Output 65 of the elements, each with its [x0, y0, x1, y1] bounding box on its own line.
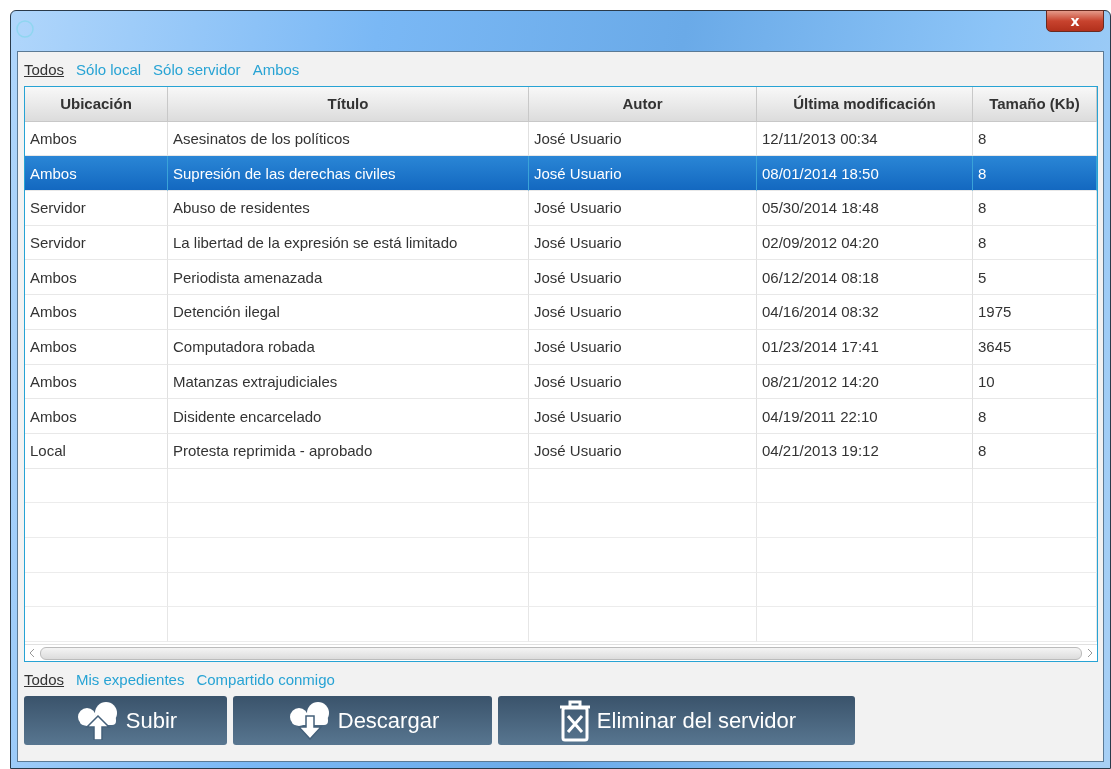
table-cell[interactable]: 01/23/2014 17:41: [757, 329, 973, 365]
table-cell[interactable]: 8: [973, 225, 1097, 261]
owner-filter-link[interactable]: Todos: [24, 670, 65, 688]
table-cell[interactable]: 10: [973, 364, 1097, 400]
table-cell[interactable]: 08/01/2014 18:50: [757, 156, 973, 192]
table-cell[interactable]: 06/12/2014 08:18: [757, 260, 973, 296]
table-cell[interactable]: José Usuario: [529, 399, 757, 434]
table-cell[interactable]: Detención ilegal: [168, 295, 529, 330]
table-cell[interactable]: Matanzas extrajudiciales: [168, 364, 529, 400]
table-cell[interactable]: José Usuario: [529, 433, 757, 469]
table-cell[interactable]: 3645: [973, 329, 1097, 365]
table-cell[interactable]: Disidente encarcelado: [168, 399, 529, 434]
table-cell[interactable]: Periodista amenazada: [168, 260, 529, 296]
table-cell[interactable]: José Usuario: [529, 364, 757, 400]
table-cell[interactable]: 05/30/2014 18:48: [757, 191, 973, 226]
table-cell[interactable]: Supresión de las derechas civiles: [168, 156, 529, 192]
table-cell[interactable]: Computadora robada: [168, 329, 529, 365]
table-cell[interactable]: 1975: [973, 295, 1097, 330]
table-cell[interactable]: Ambos: [25, 295, 168, 330]
table-cell[interactable]: Protesta reprimida - aprobado: [168, 433, 529, 469]
table-cell[interactable]: Abuso de residentes: [168, 191, 529, 226]
table-cell[interactable]: José Usuario: [529, 121, 757, 157]
table-cell[interactable]: Ambos: [25, 156, 168, 192]
table-cell[interactable]: Ambos: [25, 364, 168, 400]
table-cell[interactable]: José Usuario: [529, 156, 757, 192]
table-cell[interactable]: 5: [973, 260, 1097, 296]
table-cell[interactable]: Servidor: [25, 191, 168, 226]
table-cell[interactable]: José Usuario: [529, 295, 757, 330]
column-header[interactable]: Última modificación: [757, 87, 973, 122]
table-cell[interactable]: Ambos: [25, 399, 168, 434]
scroll-right-icon[interactable]: [1086, 648, 1094, 658]
delete-button[interactable]: Eliminar del servidor: [498, 696, 855, 745]
table-cell[interactable]: 04/19/2011 22:10: [757, 399, 973, 434]
table-cell[interactable]: José Usuario: [529, 225, 757, 261]
table-cell[interactable]: José Usuario: [529, 329, 757, 365]
table-cell[interactable]: 08/21/2012 14:20: [757, 364, 973, 400]
table-cell[interactable]: 12/11/2013 00:34: [757, 121, 973, 157]
table-cell[interactable]: 04/21/2013 19:12: [757, 433, 973, 469]
table-cell[interactable]: José Usuario: [529, 191, 757, 226]
column-header[interactable]: Ubicación: [25, 87, 168, 122]
horizontal-scrollbar[interactable]: [25, 644, 1097, 661]
table-cell[interactable]: Ambos: [25, 329, 168, 365]
table-cell[interactable]: Ambos: [25, 260, 168, 296]
table-cell[interactable]: Asesinatos de los políticos: [168, 121, 529, 157]
location-filter-link[interactable]: Todos: [24, 60, 65, 78]
table-cell[interactable]: Ambos: [25, 121, 168, 157]
table-cell[interactable]: 02/09/2012 04:20: [757, 225, 973, 261]
table-cell[interactable]: 8: [973, 399, 1097, 434]
upload-button[interactable]: Subir: [24, 696, 227, 745]
table-cell[interactable]: 8: [973, 433, 1097, 469]
column-header[interactable]: Título: [168, 87, 529, 122]
table-cell[interactable]: Servidor: [25, 225, 168, 261]
table-cell[interactable]: 8: [973, 121, 1097, 157]
download-button[interactable]: Descargar: [233, 696, 492, 745]
table-cell[interactable]: José Usuario: [529, 260, 757, 296]
app-icon: [15, 19, 35, 39]
column-header[interactable]: Tamaño (Kb): [973, 87, 1097, 122]
table-cell[interactable]: 8: [973, 156, 1097, 192]
table-cell[interactable]: 04/16/2014 08:32: [757, 295, 973, 330]
scroll-left-icon[interactable]: [28, 648, 36, 658]
table-cell[interactable]: 8: [973, 191, 1097, 226]
close-button[interactable]: x: [1046, 10, 1104, 32]
table-cell[interactable]: La libertad de la expresión se está limitado: [168, 225, 529, 261]
column-header[interactable]: Autor: [529, 87, 757, 122]
table-cell[interactable]: Local: [25, 433, 168, 469]
